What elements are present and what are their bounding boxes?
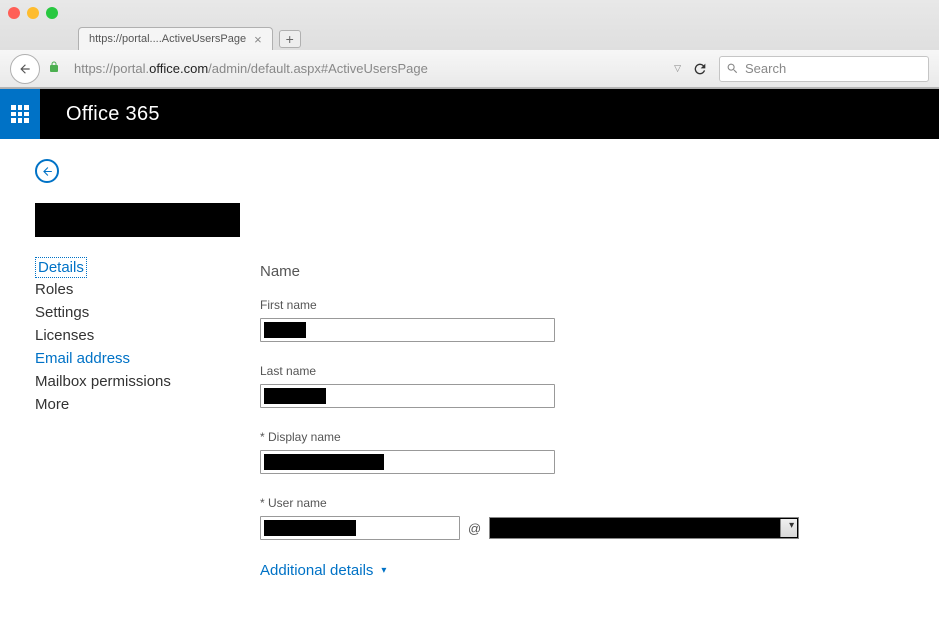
browser-search-box[interactable]: Search bbox=[719, 56, 929, 82]
first-name-label: First name bbox=[260, 298, 904, 312]
browser-back-button[interactable] bbox=[10, 54, 40, 84]
lock-icon bbox=[48, 60, 60, 77]
last-name-group: Last name bbox=[260, 364, 904, 408]
display-name-group: * Display name bbox=[260, 430, 904, 474]
reload-button[interactable] bbox=[689, 58, 711, 80]
additional-details-toggle[interactable]: Additional details ▾ bbox=[260, 562, 904, 579]
last-name-input[interactable] bbox=[260, 384, 555, 408]
page-content: Details Roles Settings Licenses Email ad… bbox=[0, 139, 939, 599]
url-bar[interactable]: https://portal.office.com/admin/default.… bbox=[68, 56, 666, 82]
new-tab-button[interactable]: + bbox=[279, 30, 301, 48]
app-title: Office 365 bbox=[66, 103, 160, 126]
display-name-label: * Display name bbox=[260, 430, 904, 444]
tab-close-icon[interactable]: × bbox=[254, 33, 262, 46]
url-dropdown-icon[interactable]: ▽ bbox=[674, 63, 681, 74]
form-area: Name First name Last name * Display name bbox=[260, 257, 904, 579]
page-back-button[interactable] bbox=[35, 159, 59, 183]
redacted-value bbox=[264, 322, 306, 338]
app-header: Office 365 bbox=[0, 89, 939, 139]
user-name-input[interactable] bbox=[260, 516, 460, 540]
sidebar-item-email-address[interactable]: Email address bbox=[35, 347, 240, 370]
search-icon bbox=[726, 62, 739, 75]
window-maximize-button[interactable] bbox=[46, 7, 58, 19]
window-title-bar bbox=[0, 0, 939, 26]
tab-title: https://portal....ActiveUsersPage bbox=[89, 33, 246, 45]
user-name-label: * User name bbox=[260, 496, 904, 510]
app-launcher-button[interactable] bbox=[0, 89, 40, 139]
browser-tab-active[interactable]: https://portal....ActiveUsersPage × bbox=[78, 27, 273, 50]
window-minimize-button[interactable] bbox=[27, 7, 39, 19]
redacted-value bbox=[264, 520, 356, 536]
reload-icon bbox=[692, 61, 708, 77]
arrow-left-icon bbox=[18, 62, 32, 76]
display-name-input[interactable] bbox=[260, 450, 555, 474]
first-name-input[interactable] bbox=[260, 318, 555, 342]
user-name-heading-redacted bbox=[35, 203, 240, 237]
caret-down-icon: ▾ bbox=[381, 565, 386, 576]
browser-chrome: https://portal....ActiveUsersPage × + ht… bbox=[0, 0, 939, 89]
sidebar-nav: Details Roles Settings Licenses Email ad… bbox=[35, 257, 240, 579]
browser-toolbar: https://portal.office.com/admin/default.… bbox=[0, 50, 939, 88]
waffle-icon bbox=[11, 105, 29, 123]
section-heading-name: Name bbox=[260, 263, 904, 280]
arrow-left-icon bbox=[41, 165, 54, 178]
search-placeholder: Search bbox=[745, 61, 786, 76]
sidebar-item-more[interactable]: More bbox=[35, 393, 240, 416]
sidebar-item-licenses[interactable]: Licenses bbox=[35, 324, 240, 347]
last-name-label: Last name bbox=[260, 364, 904, 378]
browser-tabs: https://portal....ActiveUsersPage × + bbox=[0, 26, 939, 50]
window-close-button[interactable] bbox=[8, 7, 20, 19]
domain-select[interactable] bbox=[489, 517, 799, 539]
url-text: https://portal.office.com/admin/default.… bbox=[74, 61, 428, 76]
sidebar-item-mailbox-permissions[interactable]: Mailbox permissions bbox=[35, 370, 240, 393]
redacted-value bbox=[264, 454, 384, 470]
sidebar-item-roles[interactable]: Roles bbox=[35, 278, 240, 301]
sidebar-item-details[interactable]: Details bbox=[35, 257, 87, 278]
user-name-group: * User name @ bbox=[260, 496, 904, 540]
at-sign: @ bbox=[468, 521, 481, 536]
redacted-value bbox=[264, 388, 326, 404]
additional-details-label: Additional details bbox=[260, 562, 373, 579]
sidebar-item-settings[interactable]: Settings bbox=[35, 301, 240, 324]
first-name-group: First name bbox=[260, 298, 904, 342]
